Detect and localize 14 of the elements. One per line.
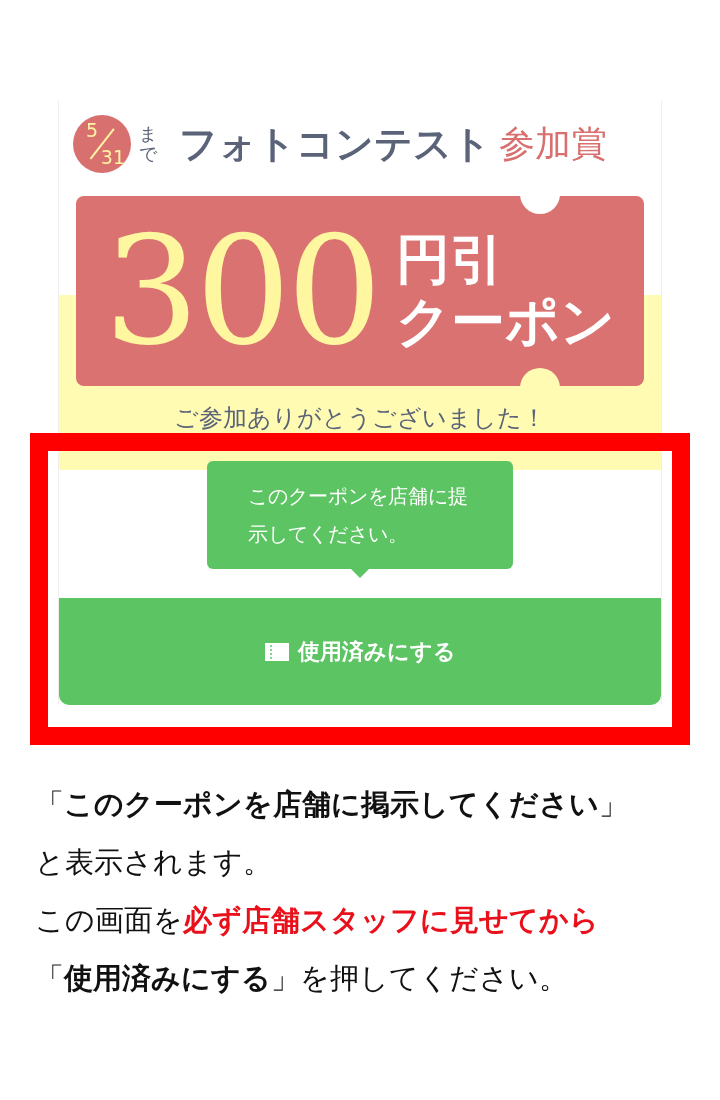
ticket-icon [264,641,290,662]
contest-title: フォトコンテスト [179,120,491,168]
tooltip-pointer [350,569,369,578]
coupon-label: クーポン [396,291,616,354]
deadline-badge: 5 31 [73,115,131,173]
instruction-text: この画面を必ず店舗スタッフに見せてから 「使用済みにする」を押してください。 [35,902,600,997]
award-label: 参加賞 [499,121,607,166]
mark-used-button[interactable]: 使用済みにする [59,598,661,705]
discount-unit: 円引 [396,228,506,291]
discount-amount: 300 [104,216,379,366]
instruction-text: 「このクーポンを店舗に掲示してください」と表示されます。 [35,786,629,881]
tooltip: このクーポンを店舗に提示してください。 [206,461,513,569]
thanks-message: ご参加ありがとうございました！ [174,405,546,431]
deadline-suffix: まで [139,124,157,164]
